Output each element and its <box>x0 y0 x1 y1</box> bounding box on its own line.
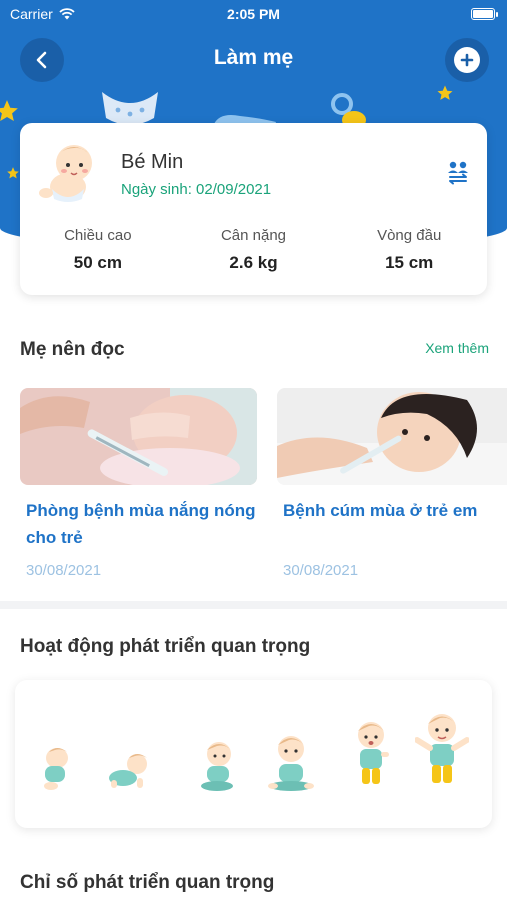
article-title: Phòng bệnh mùa nắng nóng cho trẻ <box>26 501 256 547</box>
star-decoration-icon <box>0 100 18 121</box>
article-date: 30/08/2021 <box>283 562 359 579</box>
metric-label: Chiều cao <box>64 227 132 244</box>
battery-icon <box>471 8 498 20</box>
article-thumbnail <box>20 388 257 485</box>
metric-value: 15 cm <box>385 253 434 272</box>
metric-label: Vòng đầu <box>377 227 442 244</box>
metric-value: 50 cm <box>73 253 122 272</box>
status-time: 2:05 PM <box>227 6 280 22</box>
metric-height: Chiều cao 50 cm <box>20 227 176 273</box>
article-date: 30/08/2021 <box>26 562 102 579</box>
metric-value: 2.6 kg <box>229 253 278 272</box>
milestone-walking-baby[interactable] <box>415 714 469 783</box>
milestone-sitting-upright-baby[interactable] <box>268 736 314 791</box>
star-decoration-icon <box>7 167 19 179</box>
indicators-section-title: Chỉ số phát triển quan trọng <box>20 872 275 893</box>
status-bar: Carrier 2:05 PM <box>0 0 507 28</box>
switch-profile-icon[interactable] <box>445 159 471 185</box>
baby-name: Bé Min <box>121 151 184 173</box>
add-button[interactable] <box>445 38 489 82</box>
activities-section-title: Hoạt động phát triển quan trọng <box>20 636 311 657</box>
article-title: Bệnh cúm mùa ở trẻ em <box>283 501 478 520</box>
bib-decoration-icon <box>102 92 158 125</box>
baby-avatar <box>39 145 92 202</box>
baby-profile-card[interactable]: Bé Min Ngày sinh: 02/09/2021 Chiều cao 5… <box>20 123 487 295</box>
page-title: Làm mẹ <box>213 46 294 69</box>
section-divider <box>0 601 507 609</box>
see-more-link[interactable]: Xem thêm <box>425 340 489 356</box>
milestone-lying-baby[interactable] <box>37 744 73 792</box>
development-milestones-card <box>15 680 492 828</box>
article-card[interactable]: Phòng bệnh mùa nắng nóng cho trẻ 30/08/2… <box>20 388 257 579</box>
star-decoration-icon <box>437 85 453 100</box>
milestone-sitting-baby[interactable] <box>201 742 233 791</box>
metric-weight: Cân nặng 2.6 kg <box>176 227 332 273</box>
baby-metrics: Chiều cao 50 cm Cân nặng 2.6 kg Vòng đầu… <box>20 227 487 273</box>
metric-head-circumference: Vòng đầu 15 cm <box>331 227 487 273</box>
plus-icon <box>454 47 480 73</box>
article-thumbnail <box>277 388 507 485</box>
article-card[interactable]: Bệnh cúm mùa ở trẻ em 30/08/2021 <box>277 388 507 579</box>
milestone-standing-baby[interactable] <box>358 722 389 784</box>
milestone-crawling-baby[interactable] <box>109 754 147 788</box>
reading-section-title: Mẹ nên đọc <box>20 339 125 360</box>
baby-date-of-birth: Ngày sinh: 02/09/2021 <box>121 181 272 198</box>
metric-label: Cân nặng <box>220 227 287 244</box>
